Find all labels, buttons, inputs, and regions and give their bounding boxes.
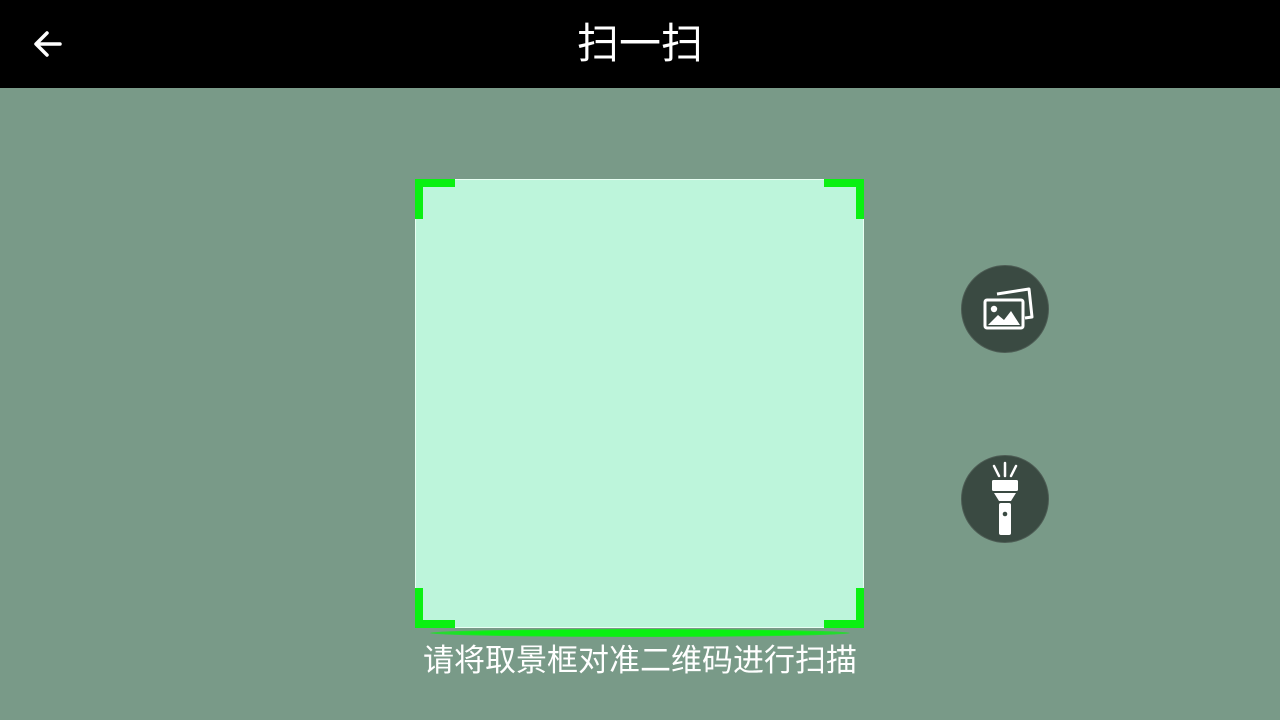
viewfinder-corner-bottom-left: [415, 588, 455, 628]
viewfinder-corner-top-left: [415, 179, 455, 219]
flashlight-icon: [992, 461, 1018, 535]
scan-line: [430, 629, 850, 637]
image-gallery-icon: [983, 287, 1034, 330]
viewfinder-corner-top-right: [824, 179, 864, 219]
scan-viewfinder: [415, 179, 864, 628]
top-bar: 扫一扫: [0, 0, 1280, 88]
back-button[interactable]: [18, 14, 78, 74]
viewfinder-corner-bottom-right: [824, 588, 864, 628]
arrow-left-icon: [34, 31, 62, 57]
flashlight-button[interactable]: [961, 455, 1049, 543]
scan-hint-text: 请将取景框对准二维码进行扫描: [423, 643, 857, 679]
page-title: 扫一扫: [576, 19, 703, 68]
gallery-button[interactable]: [961, 265, 1049, 353]
